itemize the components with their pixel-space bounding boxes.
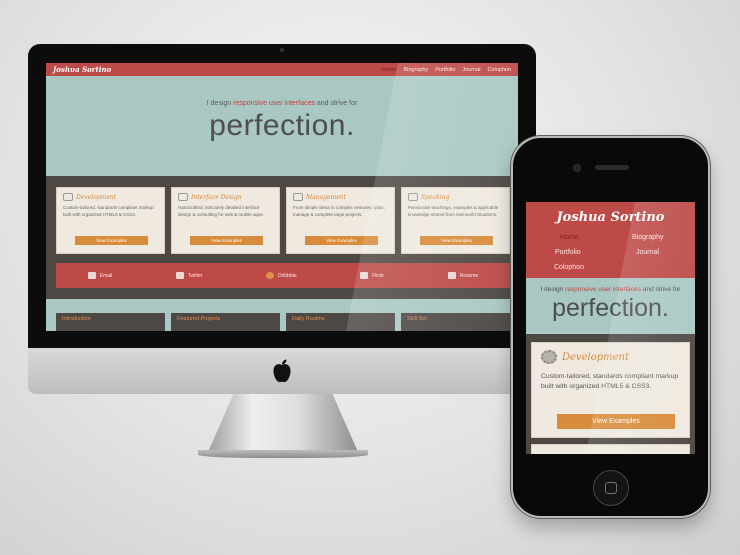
clock-icon bbox=[293, 193, 303, 201]
desktop-tabs: Introduction Featured Projects Daily Rou… bbox=[56, 313, 510, 331]
mobile-nav-biography[interactable]: Biography bbox=[632, 234, 664, 241]
social-label: Flickr bbox=[372, 272, 385, 279]
hero-intro-text: I design bbox=[206, 100, 232, 107]
card-description: Passionate teachings, examples & applica… bbox=[408, 205, 499, 217]
imac-screen: Joshua Sortino Home Biography Portfolio … bbox=[46, 63, 518, 331]
iphone-speaker bbox=[595, 165, 629, 170]
desktop-tabs-section: Introduction Featured Projects Daily Rou… bbox=[46, 299, 518, 331]
gears-icon bbox=[63, 193, 73, 201]
service-card-speaking: Speaking Passionate teachings, examples … bbox=[401, 187, 510, 254]
hero-outro-text: and strive for bbox=[316, 100, 358, 107]
grid-icon bbox=[178, 193, 188, 201]
mobile-nav-portfolio[interactable]: Portfolio bbox=[555, 249, 581, 256]
mobile-hero: I design responsive user interfaces and … bbox=[526, 278, 695, 334]
imac-chin bbox=[28, 348, 536, 394]
iphone-camera bbox=[573, 164, 581, 172]
view-examples-button[interactable]: View Examples bbox=[420, 236, 493, 245]
mobile-services-section: Development Custom-tailored, standards c… bbox=[526, 334, 695, 454]
social-link-flickr[interactable]: Flickr bbox=[360, 272, 384, 279]
card-description: Custom-tailored, standards compliant mar… bbox=[541, 373, 679, 390]
imac-stand-base bbox=[198, 450, 368, 458]
view-examples-button[interactable]: View Examples bbox=[190, 236, 263, 245]
hero-highlight-text: responsive user interfaces bbox=[233, 100, 315, 107]
desktop-nav: Home Biography Portfolio Journal Colopho… bbox=[382, 67, 511, 73]
service-card-development: Development Custom-tailored, standards c… bbox=[56, 187, 165, 254]
service-card-management: Management From simple ideas to complex … bbox=[286, 187, 395, 254]
speaker-icon bbox=[408, 193, 418, 201]
social-label: Resume bbox=[459, 272, 479, 279]
desktop-top-bar: Joshua Sortino Home Biography Portfolio … bbox=[46, 63, 518, 76]
desktop-services-section: Development Custom-tailored, standards c… bbox=[46, 176, 518, 299]
view-examples-button[interactable]: View Examples bbox=[75, 236, 148, 245]
view-examples-button[interactable]: View Examples bbox=[557, 414, 675, 429]
tab-featured-projects[interactable]: Featured Projects bbox=[171, 313, 280, 331]
card-description: From simple ideas to complex ventures I … bbox=[293, 205, 385, 217]
service-card-interface-design: Interface Design Handcrafted, intricatel… bbox=[171, 187, 280, 254]
social-label: Twitter bbox=[187, 272, 203, 279]
apple-logo-icon bbox=[273, 359, 291, 383]
mobile-nav-colophon[interactable]: Colophon bbox=[554, 264, 584, 271]
mail-icon bbox=[87, 272, 96, 279]
desktop-site-logo[interactable]: Joshua Sortino bbox=[53, 65, 111, 74]
card-title: Interface Design bbox=[191, 193, 242, 201]
nav-item-biography[interactable]: Biography bbox=[403, 67, 428, 73]
social-link-resume[interactable]: Resume bbox=[447, 272, 479, 279]
mobile-service-card-next bbox=[531, 444, 690, 454]
desktop-social-bar: Email Twitter Dribbble Flickr Resume bbox=[56, 263, 510, 288]
mobile-hero-tagline: I design responsive user interfaces and … bbox=[526, 286, 695, 293]
dribbble-icon bbox=[266, 272, 274, 279]
iphone-home-button[interactable] bbox=[593, 470, 629, 506]
hero-intro-text: I design bbox=[540, 286, 564, 293]
iphone-device: Joshua Sortino Home Biography Portfolio … bbox=[511, 136, 710, 518]
card-description: Handcrafted, intricately detailed interf… bbox=[178, 205, 265, 217]
nav-item-home[interactable]: Home bbox=[382, 67, 397, 73]
mobile-header: Joshua Sortino Home Biography Portfolio … bbox=[526, 202, 695, 278]
card-title: Speaking bbox=[421, 193, 450, 201]
nav-item-colophon[interactable]: Colophon bbox=[487, 67, 511, 73]
tab-introduction[interactable]: Introduction bbox=[56, 313, 165, 331]
social-link-email[interactable]: Email bbox=[87, 272, 113, 279]
imac-monitor: Joshua Sortino Home Biography Portfolio … bbox=[28, 44, 536, 348]
imac-camera bbox=[280, 48, 284, 52]
tab-skill-set[interactable]: Skill Set bbox=[401, 313, 510, 331]
hero-highlight-text: responsive user interfaces bbox=[565, 286, 642, 293]
flickr-icon bbox=[360, 272, 369, 279]
card-description: Custom-tailored, standards compliant mar… bbox=[63, 205, 154, 217]
iphone-screen: Joshua Sortino Home Biography Portfolio … bbox=[526, 202, 695, 454]
gears-icon bbox=[541, 350, 557, 364]
mobile-nav-home[interactable]: Home bbox=[560, 234, 579, 241]
hero-outro-text: and strive for bbox=[642, 286, 681, 293]
tab-daily-routine[interactable]: Daily Routine bbox=[286, 313, 395, 331]
card-title: Development bbox=[562, 351, 629, 363]
desktop-hero: I design responsive user interfaces and … bbox=[46, 76, 518, 176]
desktop-hero-headline: perfection. bbox=[209, 109, 355, 142]
nav-item-portfolio[interactable]: Portfolio bbox=[435, 67, 455, 73]
card-title: Management bbox=[306, 193, 347, 201]
nav-item-journal[interactable]: Journal bbox=[462, 67, 480, 73]
resume-icon bbox=[447, 272, 456, 279]
desktop-service-cards: Development Custom-tailored, standards c… bbox=[56, 187, 510, 254]
mobile-nav-journal[interactable]: Journal bbox=[636, 249, 659, 256]
mobile-site-logo[interactable]: Joshua Sortino bbox=[526, 210, 695, 225]
social-link-dribbble[interactable]: Dribbble bbox=[266, 272, 297, 279]
social-label: Email bbox=[99, 272, 113, 279]
mobile-hero-headline: perfection. bbox=[552, 294, 669, 322]
card-title: Development bbox=[76, 193, 117, 201]
home-square-icon bbox=[605, 482, 617, 494]
mobile-service-card-development: Development Custom-tailored, standards c… bbox=[531, 342, 690, 438]
twitter-icon bbox=[175, 272, 184, 279]
imac-stand bbox=[208, 394, 358, 452]
desktop-hero-tagline: I design responsive user interfaces and … bbox=[46, 100, 518, 107]
social-link-twitter[interactable]: Twitter bbox=[175, 272, 203, 279]
view-examples-button[interactable]: View Examples bbox=[305, 236, 378, 245]
social-label: Dribbble bbox=[278, 272, 297, 279]
